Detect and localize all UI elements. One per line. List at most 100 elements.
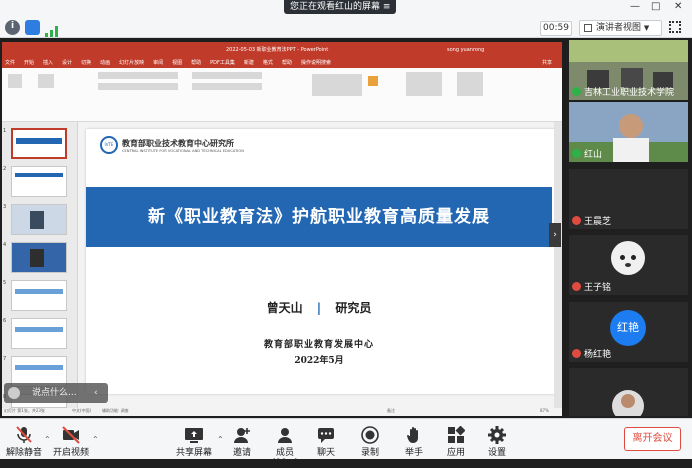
- org-name-cn: 教育部职业技术教育中心研究所: [122, 139, 234, 148]
- caret-up-icon[interactable]: ⌃: [217, 435, 224, 444]
- logo-text: IVTE: [104, 142, 114, 147]
- chevron-left-icon[interactable]: ‹: [94, 383, 98, 403]
- apps-button[interactable]: 应用: [443, 419, 469, 460]
- participant-panel: 吉林工业职业技术学院 红山 王晨芝 王子铭 红艳 杨红艳: [566, 38, 692, 418]
- ppt-menu-item[interactable]: 开始: [24, 60, 34, 66]
- leave-label: 离开会议: [632, 433, 673, 444]
- meeting-timer: 00:59: [540, 21, 572, 36]
- invite-button[interactable]: 邀请: [227, 419, 257, 460]
- ppt-menu-item[interactable]: 审阅: [153, 60, 163, 66]
- dog-avatar: [611, 241, 645, 275]
- meeting-top-bar: i 您正在观看红山的屏幕 ≡ — □ ✕ 00:59 演讲者视图 ▼: [0, 0, 692, 38]
- participant-name: 红山: [572, 147, 602, 160]
- thumbnail[interactable]: [11, 166, 67, 197]
- chat-input-bubble[interactable]: 说点什么... ‹: [4, 383, 108, 403]
- ppt-menu-item[interactable]: PDF工具集: [210, 60, 235, 66]
- minimize-icon[interactable]: —: [630, 1, 640, 12]
- members-label: 成员(99+): [271, 448, 298, 468]
- thumbnail[interactable]: [11, 128, 67, 159]
- status-language: 中文(中国): [72, 408, 92, 413]
- thumbnail[interactable]: [11, 318, 67, 349]
- maximize-icon[interactable]: □: [651, 1, 660, 12]
- participant-tile[interactable]: 王子铭: [569, 235, 688, 295]
- unmute-label: 解除静音: [5, 448, 42, 458]
- chat-label: 聊天: [316, 448, 335, 458]
- mic-muted-icon: [572, 282, 581, 291]
- ppt-menu-item[interactable]: 幻灯片放映: [119, 60, 144, 66]
- mic-muted-icon: [572, 216, 581, 225]
- caret-up-icon[interactable]: ⌃: [44, 435, 51, 444]
- presenter-divider: |: [316, 301, 322, 315]
- ppt-menu-item[interactable]: 设计: [62, 60, 72, 66]
- title-banner: 新《职业教育法》护航职业教育高质量发展: [86, 187, 552, 247]
- ppt-menu-item[interactable]: 切换: [81, 60, 91, 66]
- presenter-role: 研究员: [335, 301, 372, 315]
- thumbnail[interactable]: [11, 280, 67, 311]
- settings-button[interactable]: 设置: [484, 419, 510, 460]
- participant-label: 王子铭: [584, 283, 612, 293]
- ppt-menu-bar: 文件 开始 插入 设计 切换 动画 幻灯片放映 审阅 视图 帮助 PDF工具集 新建 格式 帮助 操作说明搜…: [2, 58, 562, 68]
- slide-scrollbar[interactable]: [554, 122, 562, 408]
- viewing-banner[interactable]: 您正在观看红山的屏幕 ≡: [284, 0, 397, 14]
- current-slide[interactable]: IVTE 教育部职业技术教育中心研究所 CENTRAL INSTITUTE FO…: [86, 129, 556, 394]
- view-mode-button[interactable]: 演讲者视图 ▼: [579, 20, 662, 36]
- ppt-menu-item[interactable]: 视图: [172, 60, 182, 66]
- share-button[interactable]: 共享: [542, 58, 552, 68]
- menu-icon[interactable]: ≡: [383, 2, 391, 12]
- thumb-number: 3: [3, 204, 7, 210]
- video-button[interactable]: 开启视频: [52, 419, 90, 460]
- thumb-number: 4: [3, 242, 7, 248]
- chat-button[interactable]: 聊天: [313, 419, 339, 460]
- collapse-panel-button[interactable]: ›: [549, 223, 561, 247]
- ppt-menu-item[interactable]: 格式: [263, 60, 273, 66]
- ribbon-controls[interactable]: [2, 68, 562, 122]
- photo-avatar: [612, 390, 644, 416]
- share-label: 共享屏幕: [175, 448, 212, 458]
- close-icon[interactable]: ✕: [674, 1, 682, 12]
- caret-up-icon[interactable]: ⌃: [92, 435, 99, 444]
- notes-button[interactable]: 备注: [387, 408, 395, 414]
- ppt-menu-item[interactable]: 操作说明搜索: [301, 60, 331, 66]
- thumb-number: 6: [3, 318, 7, 324]
- ppt-menu-item[interactable]: 文件: [5, 60, 15, 66]
- participant-tile[interactable]: 王晨芝: [569, 169, 688, 229]
- ppt-menu-item[interactable]: 插入: [43, 60, 53, 66]
- center-name: 教育部职业教育发展中心: [263, 340, 374, 350]
- ppt-menu-item[interactable]: 新建: [244, 60, 254, 66]
- leave-meeting-button[interactable]: 离开会议: [624, 427, 681, 451]
- org-name-en: CENTRAL INSTITUTE FOR VOCATIONAL AND TEC…: [122, 149, 244, 153]
- thumbnail[interactable]: [11, 242, 67, 273]
- unmute-button[interactable]: 解除静音: [4, 419, 44, 460]
- invite-icon: [234, 428, 250, 443]
- participant-tile[interactable]: 红艳 杨红艳: [569, 302, 688, 362]
- grid-icon: [584, 24, 592, 32]
- share-screen-button[interactable]: 共享屏幕: [172, 419, 216, 460]
- thumb-number: 2: [3, 166, 7, 172]
- info-icon[interactable]: i: [5, 20, 20, 35]
- status-accessibility: 辅助功能: 调查: [102, 408, 129, 413]
- raise-hand-button[interactable]: 举手: [401, 419, 427, 460]
- ppt-menu[interactable]: 文件 开始 插入 设计 切换 动画 幻灯片放映 审阅 视图 帮助 PDF工具集 新建 格式 帮助 操作说明搜…: [5, 58, 340, 68]
- participant-tile[interactable]: 红山: [569, 102, 688, 162]
- fullscreen-icon[interactable]: [669, 21, 681, 33]
- ppt-menu-item[interactable]: 帮助: [191, 60, 201, 66]
- slide-thumbnails[interactable]: 1 2 3 4 5 6 7 8: [2, 122, 78, 410]
- ppt-menu-item[interactable]: 帮助: [282, 60, 292, 66]
- shield-icon[interactable]: [25, 20, 40, 35]
- chat-avatar-icon: [8, 387, 20, 399]
- ppt-ribbon[interactable]: [2, 68, 562, 122]
- invite-label: 邀请: [232, 448, 251, 458]
- text-avatar: 红艳: [610, 310, 646, 346]
- presenter-name: 曾天山: [266, 301, 303, 315]
- gear-icon: [488, 426, 506, 444]
- thumbnail[interactable]: [11, 204, 67, 235]
- record-button[interactable]: 录制: [357, 419, 383, 460]
- zoom-level[interactable]: 87%: [540, 408, 549, 413]
- ppt-menu-item[interactable]: 动画: [100, 60, 110, 66]
- participant-tile[interactable]: [569, 368, 688, 416]
- avatar-text: 红艳: [617, 321, 639, 334]
- members-button[interactable]: 成员(99+): [264, 419, 306, 468]
- participant-tile[interactable]: 吉林工业职业技术学院: [569, 40, 688, 100]
- participant-label: 吉林工业职业技术学院: [584, 88, 675, 98]
- participant-label: 王晨芝: [584, 217, 612, 227]
